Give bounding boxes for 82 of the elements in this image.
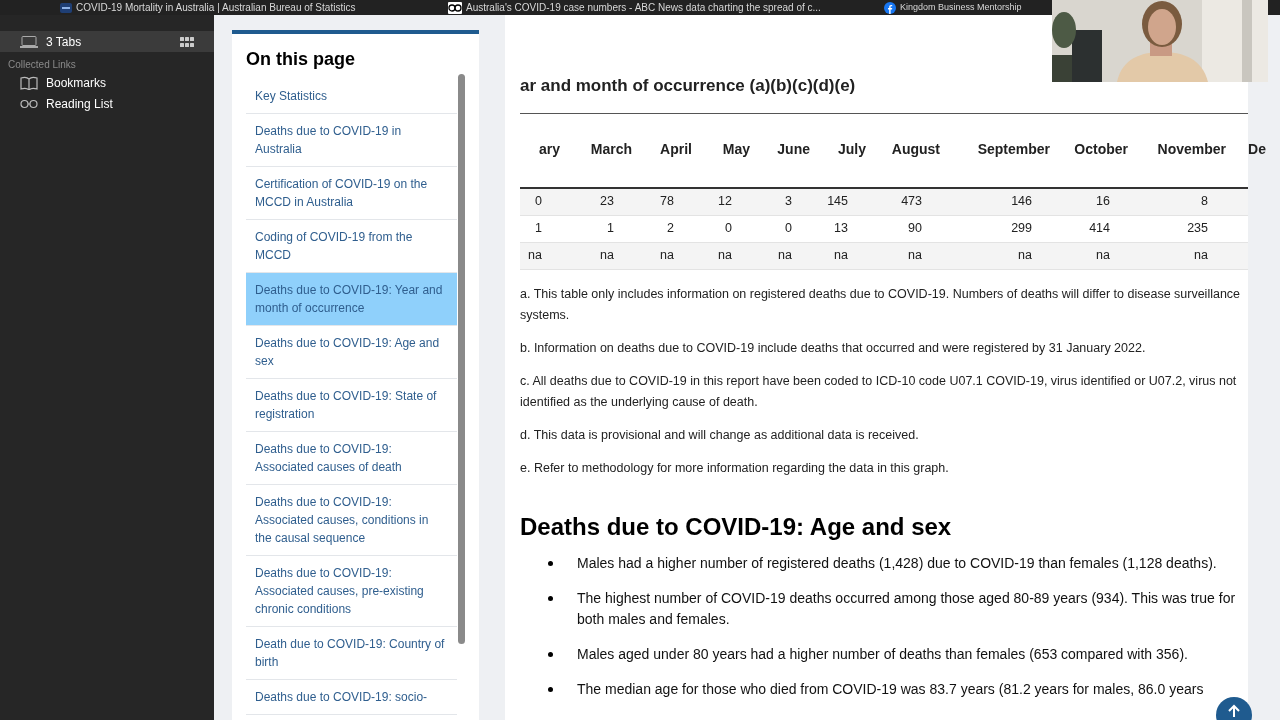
table-cell-text: 78 (659, 193, 674, 211)
column-header: August (890, 140, 940, 159)
table-cell-text: 0 (534, 193, 542, 211)
footnote: b. Information on deaths due to COVID-19 include deaths that occurred and were registered by 31 January 2022. (520, 339, 1147, 357)
table-cell-text: 13 (833, 220, 848, 238)
table-cell-text: 8 (1200, 193, 1208, 211)
page-nav-link[interactable]: Key Statistics (246, 79, 457, 114)
table-cell-text: 12 (717, 193, 732, 211)
table-cell-text: 90 (907, 220, 922, 238)
page-nav-link[interactable]: Deaths due to COVID-19: Age and sex (246, 326, 457, 379)
bullet-text: Males aged under 80 years had a higher number of deaths than females (653 compared with 356). (577, 644, 1189, 664)
section-label: Collected Links (7, 58, 77, 72)
page-nav-link[interactable]: Deaths due to COVID-19: Associated causes, conditions in the causal sequence (246, 485, 457, 556)
table-cell-text: na (717, 247, 732, 265)
table-cell-text: na (599, 247, 614, 265)
table-cell-text: 23 (599, 193, 614, 211)
book-icon (20, 75, 38, 90)
column-header: October (1073, 140, 1128, 159)
table-cell-text: na (659, 247, 674, 265)
table-cell-text: 16 (1095, 193, 1110, 211)
page-nav-link[interactable]: Deaths due to COVID-19: socio- (246, 680, 457, 715)
page-nav-link[interactable]: Deaths due to COVID-19: Associated causes of death (246, 432, 457, 485)
table-cell-text: 1 (534, 220, 542, 238)
table-cell-text: 2 (666, 220, 674, 238)
bullet-text: The median age for those who died from COVID-19 was 83.7 years (81.2 years for males, 86.0 years (577, 679, 1204, 699)
glasses-icon (20, 98, 38, 109)
arrow-up-icon (1227, 704, 1241, 718)
table-cell-text: na (907, 247, 922, 265)
bullet-text: Males had a higher number of registered deaths (1,428) due to COVID-19 than females (1,128 deaths). (577, 553, 1218, 573)
page-nav-link[interactable]: Deaths due to COVID-19: Year and month of occurrence (246, 273, 457, 326)
column-header: ary (537, 140, 560, 159)
sidebar-item[interactable]: Bookmarks (0, 72, 214, 93)
column-header: April (659, 140, 692, 159)
site-icon (448, 1, 462, 14)
table-cell-text: 145 (826, 193, 848, 211)
table-cell-text: 0 (784, 220, 792, 238)
column-header: November (1156, 140, 1226, 159)
column-header: May (721, 140, 750, 159)
footnote: e. Refer to methodology for more information regarding the data in this graph. (520, 459, 950, 477)
column-header: June (776, 140, 810, 159)
card-title: On this page (245, 48, 356, 71)
table-cell-text: na (1193, 247, 1208, 265)
page-nav-link[interactable]: Death due to COVID-19: Country of birth (246, 627, 457, 680)
bullet-icon (548, 651, 553, 657)
laptop-icon (20, 35, 38, 48)
grid-icon[interactable] (180, 36, 194, 47)
browser-tab[interactable]: Australia's COVID-19 case numbers - ABC News data charting the spread of c... (440, 0, 876, 15)
bullet-icon (548, 595, 553, 601)
table-cell-text: na (777, 247, 792, 265)
table-cell-text: 235 (1186, 220, 1208, 238)
column-header: De (1247, 140, 1266, 159)
section-heading: Deaths due to COVID-19: Age and sex (520, 511, 953, 542)
table-cell-text: 3 (784, 193, 792, 211)
table-cell-text: 146 (1010, 193, 1032, 211)
page-nav-link[interactable]: Deaths due to COVID-19: Associated causes, pre-existing chronic conditions (246, 556, 457, 627)
footnote: a. This table only includes information on registered deaths due to COVID-19. Numbers of deaths will differ to disease surveillance systems. (520, 285, 1242, 324)
bullet-icon (548, 560, 553, 566)
table-cell-text: na (833, 247, 848, 265)
table-cell-text: 0 (724, 220, 732, 238)
sidebar-item[interactable]: Reading List (0, 93, 214, 114)
table-cell-text: 473 (900, 193, 922, 211)
tabs-item[interactable]: 3 Tabs (0, 31, 214, 52)
footnote: d. This data is provisional and will change as additional data is received. (520, 426, 920, 444)
column-header: March (589, 140, 632, 159)
footnote: c. All deaths due to COVID-19 in this report have been coded to ICD-10 code U07.1 COVID-19, virus identified or U07.2, virus not identified as the underlying cause of death. (520, 372, 1238, 411)
table-cell-text: na (1095, 247, 1110, 265)
site-icon (60, 2, 72, 13)
column-header: September (976, 140, 1050, 159)
table-cell-text: 299 (1010, 220, 1032, 238)
column-header: July (837, 140, 866, 159)
page-nav-link[interactable]: Certification of COVID-19 on the MCCD in Australia (246, 167, 457, 220)
browser-tab[interactable]: Kingdom Business Mentorship (876, 0, 1046, 15)
browser-tab[interactable]: COVID-19 Mortality in Australia | Australian Bureau of Statistics (0, 0, 440, 15)
page-nav-link[interactable]: Deaths due to COVID-19: State of registration (246, 379, 457, 432)
bullet-text: The highest number of COVID-19 deaths occurred among those aged 80-89 years (934). This was true for both males and females. (577, 588, 1237, 629)
table-cell-text: 414 (1088, 220, 1110, 238)
table-cell-text: na (527, 247, 542, 265)
table-cell-text: 1 (606, 220, 614, 238)
bullet-icon (548, 686, 553, 692)
table-caption: ar and month of occurrence (a)(b)(c)(d)(e) (520, 75, 857, 97)
page-nav-link[interactable]: Deaths due to COVID-19 in Australia (246, 114, 457, 167)
table-cell-text: na (1017, 247, 1032, 265)
